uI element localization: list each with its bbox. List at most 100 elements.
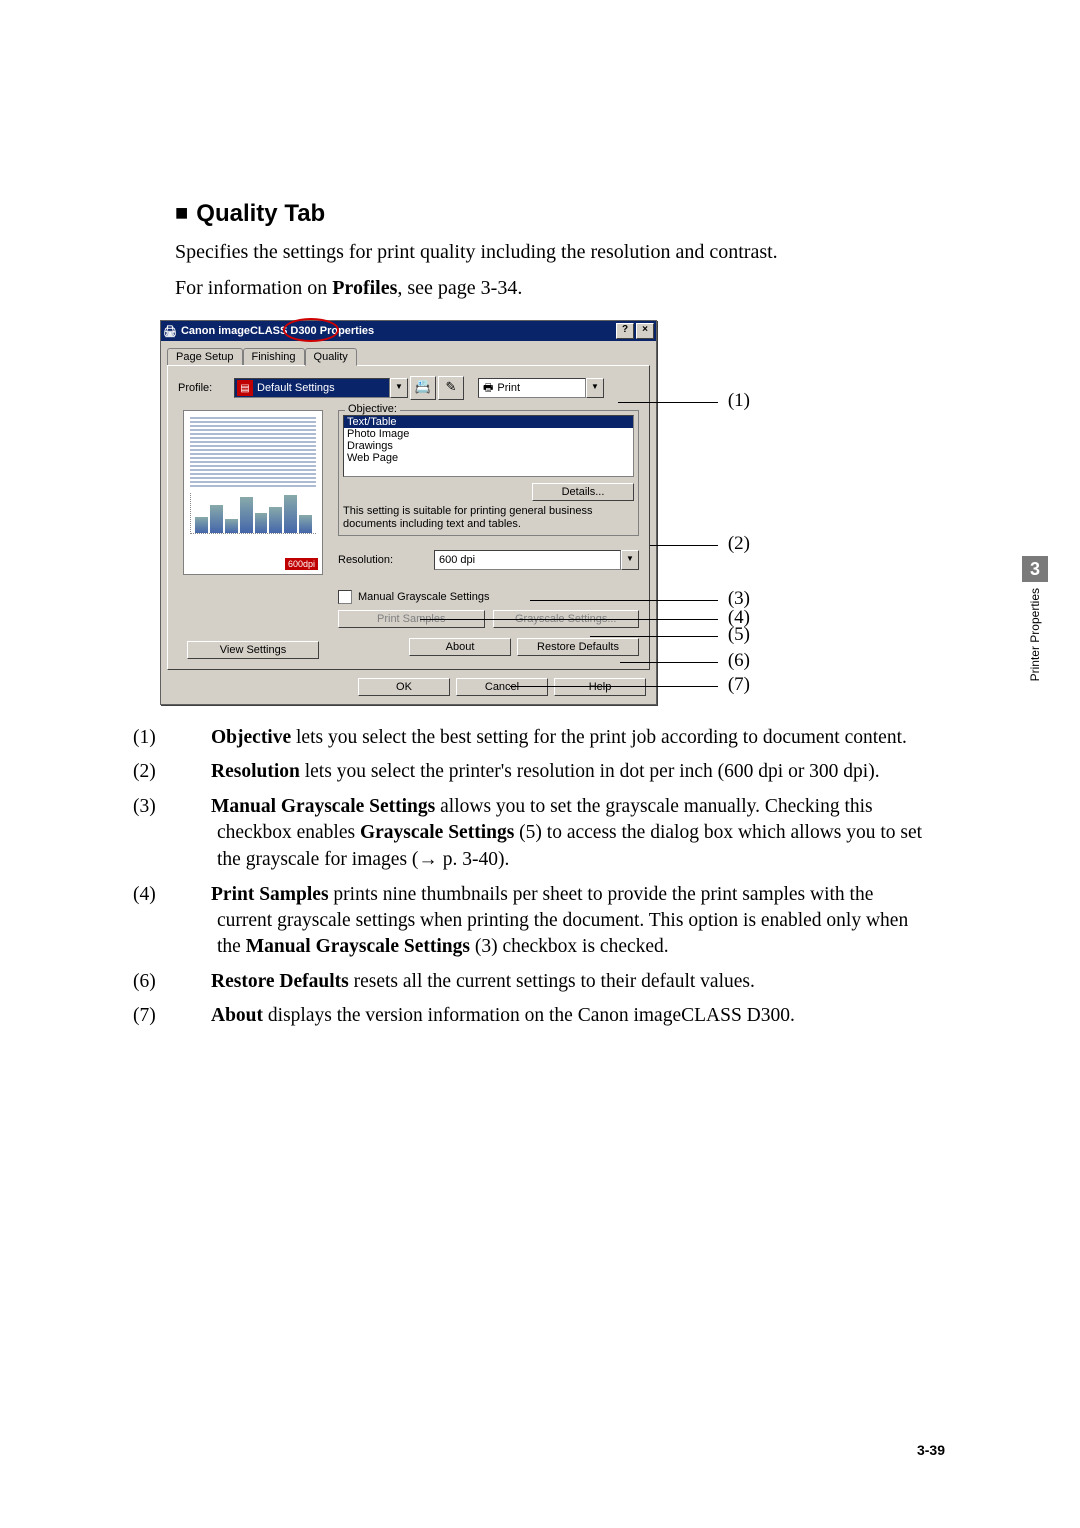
callout-1-num: (1) bbox=[728, 390, 750, 412]
desc-4-num: (4) bbox=[175, 882, 211, 908]
tabs-area: Page Setup Finishing Quality Profile: ▤ … bbox=[161, 341, 656, 670]
desc-7-bold: About bbox=[211, 1005, 263, 1026]
objective-legend: Objective: bbox=[345, 403, 400, 415]
callout-1: (1) bbox=[618, 402, 718, 403]
resolution-value: 600 dpi bbox=[439, 554, 475, 566]
manual-grayscale-checkbox[interactable] bbox=[338, 590, 352, 604]
restore-defaults-button[interactable]: Restore Defaults bbox=[517, 638, 639, 656]
profile-row: Profile: ▤ Default Settings ▼ 📇 ✎ 🖶 bbox=[178, 376, 639, 400]
tab-quality[interactable]: Quality bbox=[305, 348, 357, 366]
desc-7-text: displays the version information on the … bbox=[263, 1005, 795, 1026]
preview-dpi-badge: 600dpi bbox=[285, 558, 318, 570]
objective-description: This setting is suitable for printing ge… bbox=[343, 505, 634, 531]
details-button[interactable]: Details... bbox=[532, 483, 634, 501]
description-list: (1)Objective lets you select the best se… bbox=[175, 725, 930, 1029]
about-button[interactable]: About bbox=[409, 638, 511, 656]
callout-5: (5) bbox=[590, 636, 718, 637]
profile-tool-button-2[interactable]: ✎ bbox=[438, 376, 464, 400]
profile-value: Default Settings bbox=[257, 382, 335, 394]
intro2-c: , see page 3-34. bbox=[397, 277, 522, 299]
help-button[interactable]: Help bbox=[554, 678, 646, 696]
output-dropdown-button[interactable]: ▼ bbox=[586, 378, 604, 398]
callout-2-num: (2) bbox=[728, 533, 750, 555]
chapter-label: Printer Properties bbox=[1028, 588, 1042, 681]
intro-paragraph-2: For information on Profiles, see page 3-… bbox=[175, 274, 930, 302]
callout-7: (7) bbox=[510, 686, 718, 687]
resolution-label: Resolution: bbox=[338, 554, 434, 566]
desc-1-num: (1) bbox=[175, 725, 211, 751]
callout-6: (6) bbox=[620, 662, 718, 663]
intro2-a: For information on bbox=[175, 277, 332, 299]
cancel-button[interactable]: Cancel bbox=[456, 678, 548, 696]
callout-6-num: (6) bbox=[728, 650, 750, 672]
desc-item-4: (4)Print Samples prints nine thumbnails … bbox=[175, 882, 930, 961]
desc-2-num: (2) bbox=[175, 759, 211, 785]
heading-text: Quality Tab bbox=[196, 200, 325, 227]
output-combo[interactable]: 🖶 Print bbox=[478, 378, 586, 398]
profile-select[interactable]: ▤ Default Settings bbox=[234, 378, 390, 398]
desc-4-text2: (3) checkbox is checked. bbox=[470, 936, 669, 957]
desc-2-text: lets you select the printer's resolution… bbox=[300, 761, 880, 782]
objective-group: Objective: Text/Table Photo Image Drawin… bbox=[338, 410, 639, 536]
objective-option-drawings[interactable]: Drawings bbox=[344, 440, 633, 452]
intro2-b: Profiles bbox=[332, 277, 397, 299]
side-tab: 3 Printer Properties bbox=[1022, 556, 1048, 681]
callout-2: (2) bbox=[650, 545, 718, 546]
desc-item-2: (2)Resolution lets you select the printe… bbox=[175, 759, 930, 785]
preview-fake-text bbox=[190, 417, 316, 487]
desc-6-num: (6) bbox=[175, 969, 211, 995]
resolution-dropdown-button[interactable]: ▼ bbox=[621, 550, 639, 570]
titlebar-close-button[interactable]: × bbox=[636, 323, 654, 339]
desc-3-bold1: Manual Grayscale Settings bbox=[211, 796, 435, 817]
page-number: 3-39 bbox=[917, 1442, 945, 1458]
screenshot-wrap: 🖨 Canon imageCLASS D300 Properties ? × P… bbox=[160, 320, 930, 705]
profile-icon: ▤ bbox=[237, 380, 253, 396]
section-heading: ■Quality Tab bbox=[175, 200, 930, 228]
preview-box: 600dpi bbox=[183, 410, 323, 575]
resolution-row: Resolution: 600 dpi ▼ bbox=[338, 550, 639, 570]
bottom-button-row: OK Cancel Help bbox=[161, 670, 656, 704]
callout-3: (3) bbox=[530, 600, 718, 601]
desc-3-text3: p. 3-40). bbox=[438, 849, 510, 870]
titlebar-icon: 🖨 bbox=[163, 325, 177, 338]
preview-column: 600dpi View Settings bbox=[178, 410, 328, 659]
profile-tool-button-1[interactable]: 📇 bbox=[410, 376, 436, 400]
objective-listbox[interactable]: Text/Table Photo Image Drawings Web Page bbox=[343, 415, 634, 477]
preview-fake-chart bbox=[190, 493, 316, 534]
desc-3-arrow-icon: → bbox=[418, 848, 438, 870]
desc-1-bold: Objective bbox=[211, 727, 291, 748]
objective-option-text-table[interactable]: Text/Table bbox=[344, 416, 633, 428]
desc-item-3: (3)Manual Grayscale Settings allows you … bbox=[175, 794, 930, 874]
titlebar: 🖨 Canon imageCLASS D300 Properties ? × bbox=[161, 321, 656, 341]
view-settings-button[interactable]: View Settings bbox=[187, 641, 319, 659]
desc-3-num: (3) bbox=[175, 794, 211, 820]
profile-label: Profile: bbox=[178, 382, 234, 394]
desc-7-num: (7) bbox=[175, 1003, 211, 1029]
desc-6-bold: Restore Defaults bbox=[211, 971, 349, 992]
intro-paragraph-1: Specifies the settings for print quality… bbox=[175, 238, 930, 266]
quality-tab-highlight-oval bbox=[283, 318, 339, 342]
titlebar-text: Canon imageCLASS D300 Properties bbox=[181, 325, 374, 337]
desc-4-bold1: Print Samples bbox=[211, 884, 329, 905]
tab-page-setup[interactable]: Page Setup bbox=[167, 348, 243, 366]
titlebar-help-button[interactable]: ? bbox=[616, 323, 634, 339]
desc-1-text: lets you select the best setting for the… bbox=[291, 727, 907, 748]
callout-5-num: (5) bbox=[728, 624, 750, 646]
callout-4: (4) bbox=[420, 619, 718, 620]
properties-dialog: 🖨 Canon imageCLASS D300 Properties ? × P… bbox=[160, 320, 657, 705]
resolution-combo[interactable]: 600 dpi bbox=[434, 550, 621, 570]
tabpanel-quality: Profile: ▤ Default Settings ▼ 📇 ✎ 🖶 bbox=[167, 365, 650, 670]
tab-finishing[interactable]: Finishing bbox=[243, 348, 305, 366]
desc-item-1: (1)Objective lets you select the best se… bbox=[175, 725, 930, 751]
printer-icon: 🖶 bbox=[483, 379, 493, 398]
objective-option-web-page[interactable]: Web Page bbox=[344, 452, 633, 464]
desc-6-text: resets all the current settings to their… bbox=[349, 971, 755, 992]
ok-button[interactable]: OK bbox=[358, 678, 450, 696]
desc-2-bold: Resolution bbox=[211, 761, 300, 782]
profile-dropdown-button[interactable]: ▼ bbox=[390, 378, 408, 398]
desc-3-bold2: Grayscale Settings bbox=[360, 822, 514, 843]
objective-option-photo-image[interactable]: Photo Image bbox=[344, 428, 633, 440]
manual-grayscale-label: Manual Grayscale Settings bbox=[358, 591, 489, 603]
callout-7-num: (7) bbox=[728, 674, 750, 696]
desc-4-bold2: Manual Grayscale Settings bbox=[246, 936, 470, 957]
